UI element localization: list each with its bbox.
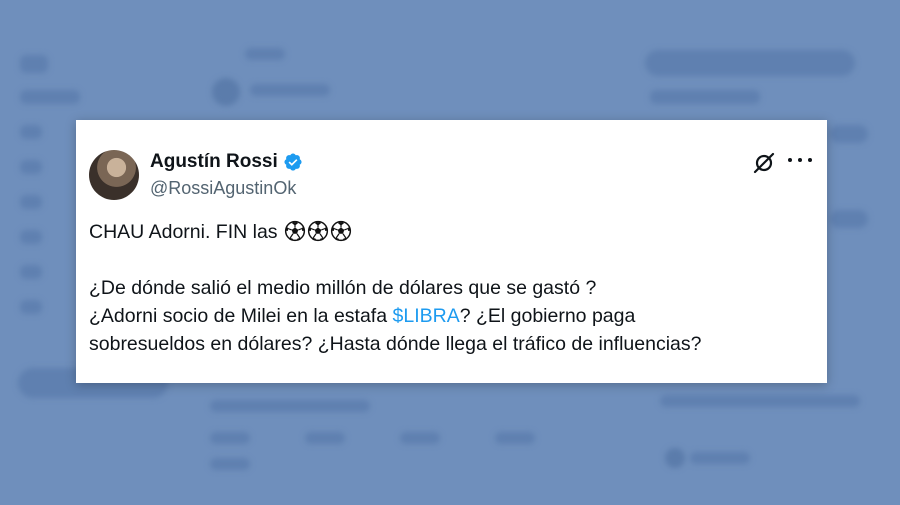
bg-nav-item: [20, 195, 42, 209]
tweet-line: CHAU Adorni. FIN las: [89, 218, 814, 246]
bg-sidebar-button: [830, 125, 868, 143]
bg-sidebar-row: [690, 452, 750, 464]
bg-sidebar-title: [650, 90, 760, 104]
avatar[interactable]: [89, 150, 139, 200]
soccer-ball-icon: [330, 220, 352, 242]
bg-sidebar-button: [830, 210, 868, 228]
bg-nav-item: [20, 160, 42, 174]
tweet-line: ¿Adorni socio de Milei en la estafa $LIB…: [89, 302, 814, 330]
verified-badge-icon: [284, 153, 302, 171]
tweet-line: ¿De dónde salió el medio millón de dólar…: [89, 277, 597, 299]
tweet-text-segment: ? ¿El gobierno paga: [459, 305, 636, 327]
tweet-text: CHAU Adorni. FIN las ¿De dónde salió el …: [89, 218, 814, 358]
bg-nav-item: [20, 300, 42, 314]
bg-nav-item: [20, 90, 80, 104]
bg-header-text: [250, 84, 330, 96]
bg-action: [400, 432, 440, 444]
bg-action: [305, 432, 345, 444]
soccer-ball-icon: [284, 220, 306, 242]
bg-action: [210, 432, 250, 444]
more-icon[interactable]: [788, 150, 812, 170]
tweet-text-segment: CHAU Adorni. FIN las: [89, 221, 283, 243]
author-name[interactable]: Agustín Rossi: [150, 151, 278, 173]
cashtag-link[interactable]: $LIBRA: [393, 305, 460, 327]
bg-avatar: [665, 448, 685, 468]
tweet-card[interactable]: Agustín Rossi @RossiAgustinOk CHAU Adorn…: [76, 120, 827, 383]
bg-nav-item: [20, 265, 42, 279]
author-row: Agustín Rossi: [150, 151, 303, 173]
author-handle[interactable]: @RossiAgustinOk: [150, 178, 296, 199]
tweet-line: sobresueldos en dólares? ¿Hasta dónde ll…: [89, 333, 702, 355]
bg-nav-icon: [20, 55, 48, 73]
bg-nav-item: [20, 230, 42, 244]
bg-action: [210, 458, 250, 470]
bg-sidebar-row: [660, 395, 860, 407]
bg-avatar: [212, 78, 240, 106]
tweet-text-segment: ¿Adorni socio de Milei en la estafa: [89, 305, 393, 327]
bg-nav-item: [20, 125, 42, 139]
soccer-ball-icon: [307, 220, 329, 242]
bg-header-text: [245, 48, 285, 60]
bg-action: [495, 432, 535, 444]
bg-search: [645, 50, 855, 76]
grok-icon[interactable]: [752, 151, 776, 175]
bg-footer-text: [210, 400, 370, 412]
